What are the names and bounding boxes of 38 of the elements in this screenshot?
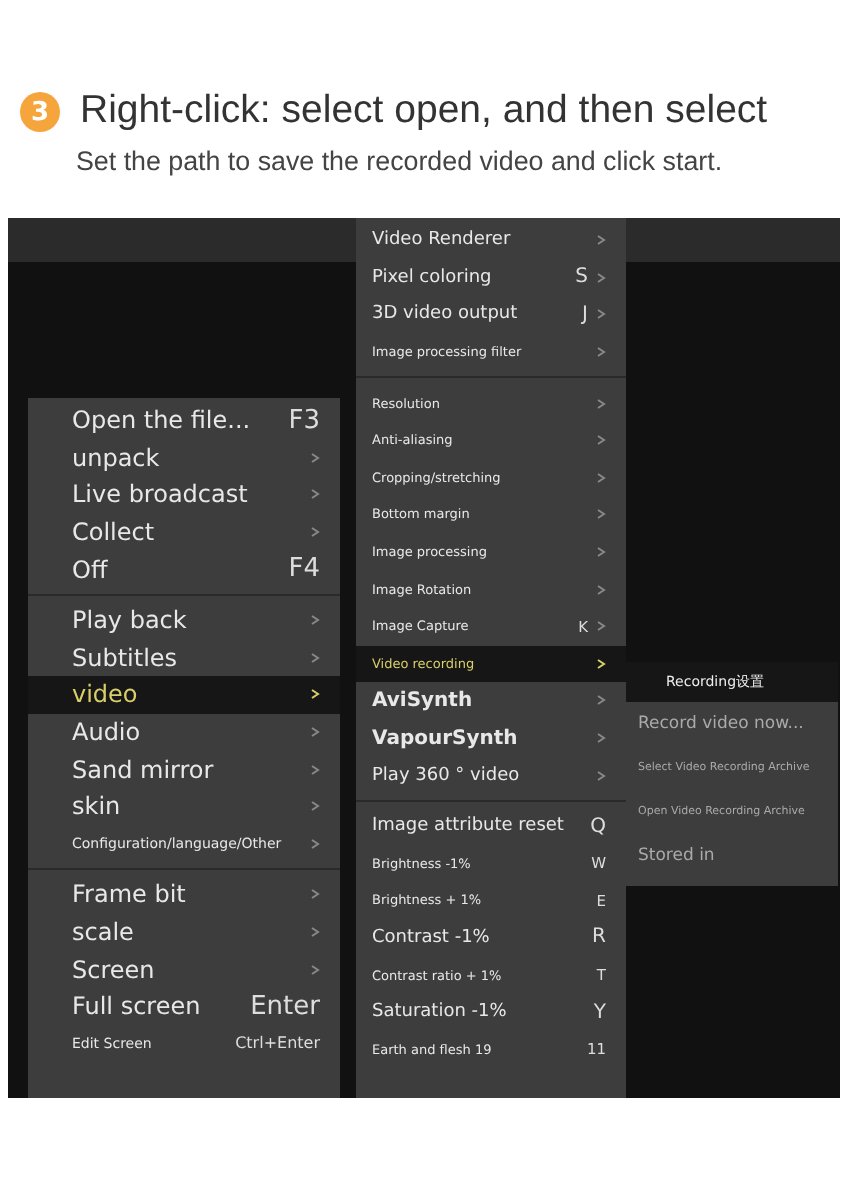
shortcut-label: J xyxy=(582,303,588,326)
shortcut-label: F4 xyxy=(288,554,320,585)
shortcut-label: R xyxy=(592,926,606,949)
menu-item[interactable]: Record video now... xyxy=(626,702,838,746)
shortcut-label: Y xyxy=(593,1001,606,1024)
step-badge: 3 xyxy=(20,92,60,132)
menu-item[interactable]: Image attribute reset Q xyxy=(356,807,626,845)
menu-item[interactable]: Audio xyxy=(28,713,340,751)
menu-item[interactable]: Subtitles xyxy=(28,639,340,677)
menu-item[interactable]: Video Renderer xyxy=(356,222,626,260)
menu-item[interactable]: Play back xyxy=(28,601,340,640)
menu-item[interactable]: skin xyxy=(28,787,340,826)
menu-item[interactable]: Full screen Enter xyxy=(28,987,340,1025)
menu-item[interactable]: Collect xyxy=(28,513,340,551)
menu-item[interactable]: Off F4 xyxy=(28,550,340,588)
menu-item[interactable]: scale xyxy=(28,913,340,951)
shortcut-label: Q xyxy=(590,815,606,838)
menu-item[interactable]: Saturation -1% Y xyxy=(356,993,626,1031)
step-title: Right-click: select open, and then select xyxy=(80,88,768,134)
menu-item[interactable]: 3D video output J xyxy=(356,296,626,334)
menu-item[interactable]: Open the file... F3 xyxy=(28,402,340,440)
menu-item[interactable]: VapourSynth xyxy=(356,719,626,757)
shortcut-label: S xyxy=(575,266,588,289)
menu-item[interactable]: Pixel coloring S xyxy=(356,259,626,297)
menu-item[interactable]: Screen xyxy=(28,950,340,988)
menu-item[interactable]: AviSynth xyxy=(356,682,626,720)
menu-item[interactable]: Live broadcast xyxy=(28,476,340,514)
menu-item[interactable]: Stored in xyxy=(626,834,838,878)
menu-item[interactable]: video xyxy=(28,676,340,714)
menu-item[interactable]: Frame bit xyxy=(28,876,340,914)
shortcut-label: Enter xyxy=(250,991,320,1022)
step-subtitle: Set the path to save the recorded video and click start. xyxy=(76,146,725,176)
shortcut-label: Ctrl+Enter xyxy=(235,1034,320,1053)
shortcut-label: F3 xyxy=(288,405,320,436)
menu-item[interactable]: Play 360 ° video xyxy=(356,756,626,794)
menu-item[interactable]: unpack xyxy=(28,439,340,477)
menu-item[interactable]: Contrast -1% R xyxy=(356,919,626,957)
menu-item[interactable]: Sand mirror xyxy=(28,750,340,788)
